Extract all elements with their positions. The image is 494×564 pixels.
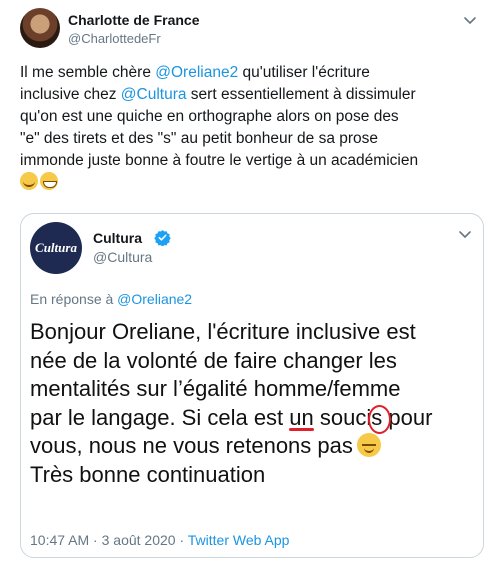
tweet-line: "e" des tirets et des "s" au petit bonhe…: [20, 130, 379, 147]
verified-badge-icon: [154, 230, 171, 246]
quoted-line: Très bonne continuation: [30, 461, 266, 487]
tweet-line: Il me semble chère @Oreliane2 qu'utilise…: [20, 64, 370, 81]
relieved-face-icon: [356, 433, 381, 457]
quoted-author-handle[interactable]: @Cultura: [93, 249, 152, 265]
grinning-face-icon: [40, 172, 58, 190]
chevron-down-icon[interactable]: [462, 12, 478, 28]
quoted-author-name[interactable]: Cultura: [93, 230, 142, 246]
red-circled-letter: s: [368, 404, 392, 433]
reply-context: En réponse à @Oreliane2: [30, 291, 193, 307]
tweet-source-link[interactable]: Twitter Web App: [188, 532, 290, 548]
tweet-emoji-line: [20, 172, 480, 194]
tweet-date[interactable]: 3 août 2020: [102, 532, 176, 548]
tweet-header: Charlotte de France @CharlottedeFr: [20, 8, 484, 50]
author-avatar[interactable]: [20, 8, 60, 48]
mention-link[interactable]: @Cultura: [121, 86, 187, 103]
mention-link[interactable]: @Oreliane2: [155, 64, 238, 81]
blushing-face-icon: [20, 172, 38, 190]
tweet-line: immonde juste bonne à foutre le vertige …: [20, 152, 419, 169]
quoted-tweet-body: Bonjour Oreliane, l'écriture inclusive e…: [30, 318, 476, 489]
tweet-time[interactable]: 10:47 AM: [30, 532, 89, 548]
quoted-line: par le langage. Si cela est un soucis po…: [30, 404, 476, 433]
author-handle[interactable]: @CharlottedeFr: [68, 31, 161, 46]
author-name[interactable]: Charlotte de France: [68, 12, 199, 28]
quoted-line: Bonjour Oreliane, l'écriture inclusive e…: [30, 319, 416, 344]
tweet-line: qu'on est une quiche en orthographe alor…: [20, 108, 399, 125]
quoted-line: mentalités sur l’égalité homme/femme: [30, 376, 401, 401]
cultura-avatar[interactable]: Cultura: [30, 222, 82, 274]
tweet-line: inclusive chez @Cultura sert essentielle…: [20, 86, 416, 103]
quoted-line: vous, nous ne vous retenons pas: [30, 432, 476, 461]
quoted-line: née de la volonté de faire changer les: [30, 347, 397, 373]
quoted-tweet-card[interactable]: Cultura Cultura @Cultura En réponse à @O…: [20, 213, 484, 558]
red-underlined-word: un: [289, 404, 315, 433]
reply-mention-link[interactable]: @Oreliane2: [117, 291, 192, 307]
cultura-logo: Cultura: [35, 240, 77, 255]
tweet-text: Il me semble chère @Oreliane2 qu'utilise…: [20, 62, 480, 194]
chevron-down-icon[interactable]: [457, 226, 473, 242]
tweet-metadata: 10:47 AM · 3 août 2020 · Twitter Web App: [30, 532, 290, 548]
